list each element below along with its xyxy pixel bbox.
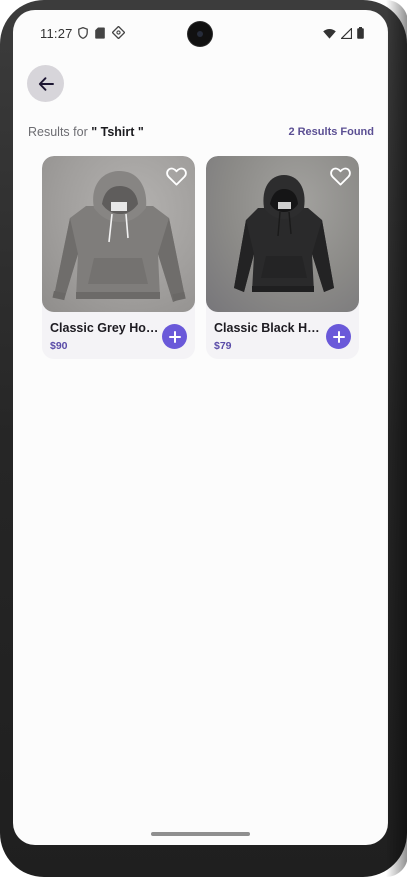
plus-icon	[168, 330, 181, 343]
search-query: " Tshirt "	[91, 125, 144, 139]
product-name: Classic Grey Hoodie	[50, 321, 162, 335]
favorite-button[interactable]	[328, 165, 352, 187]
product-image[interactable]	[42, 156, 195, 312]
phone-frame: 11:27 Results for " Tshirt " 2 Results F…	[0, 0, 407, 877]
front-camera	[188, 22, 212, 46]
status-time: 11:27	[40, 26, 73, 41]
product-card[interactable]: Classic Grey Hoodie $90	[42, 156, 195, 359]
cell-signal-icon	[341, 27, 352, 39]
sd-card-icon	[95, 27, 105, 39]
heart-outline-icon	[329, 167, 351, 185]
heart-outline-icon	[165, 167, 187, 185]
shield-icon	[78, 26, 88, 39]
back-button[interactable]	[27, 65, 64, 102]
add-to-cart-button[interactable]	[162, 324, 187, 349]
favorite-button[interactable]	[164, 165, 188, 187]
results-prefix: Results for	[28, 125, 88, 139]
product-price: $90	[50, 340, 68, 352]
plus-icon	[332, 330, 345, 343]
status-icons-left	[78, 26, 125, 39]
results-heading: Results for " Tshirt "	[28, 125, 144, 139]
product-price: $79	[214, 340, 232, 352]
results-count: 2 Results Found	[288, 126, 374, 138]
status-bar: 11:27	[13, 10, 388, 56]
home-indicator[interactable]	[151, 832, 250, 836]
vpn-key-icon	[112, 26, 125, 39]
product-image[interactable]	[206, 156, 359, 312]
status-icons-right	[323, 27, 364, 39]
battery-icon	[357, 27, 364, 39]
app-screen: 11:27 Results for " Tshirt " 2 Results F…	[13, 10, 388, 845]
product-name: Classic Black Hoodie	[214, 321, 326, 335]
add-to-cart-button[interactable]	[326, 324, 351, 349]
product-card[interactable]: Classic Black Hoodie $79	[206, 156, 359, 359]
arrow-left-icon	[38, 76, 54, 91]
wifi-icon	[323, 28, 336, 39]
